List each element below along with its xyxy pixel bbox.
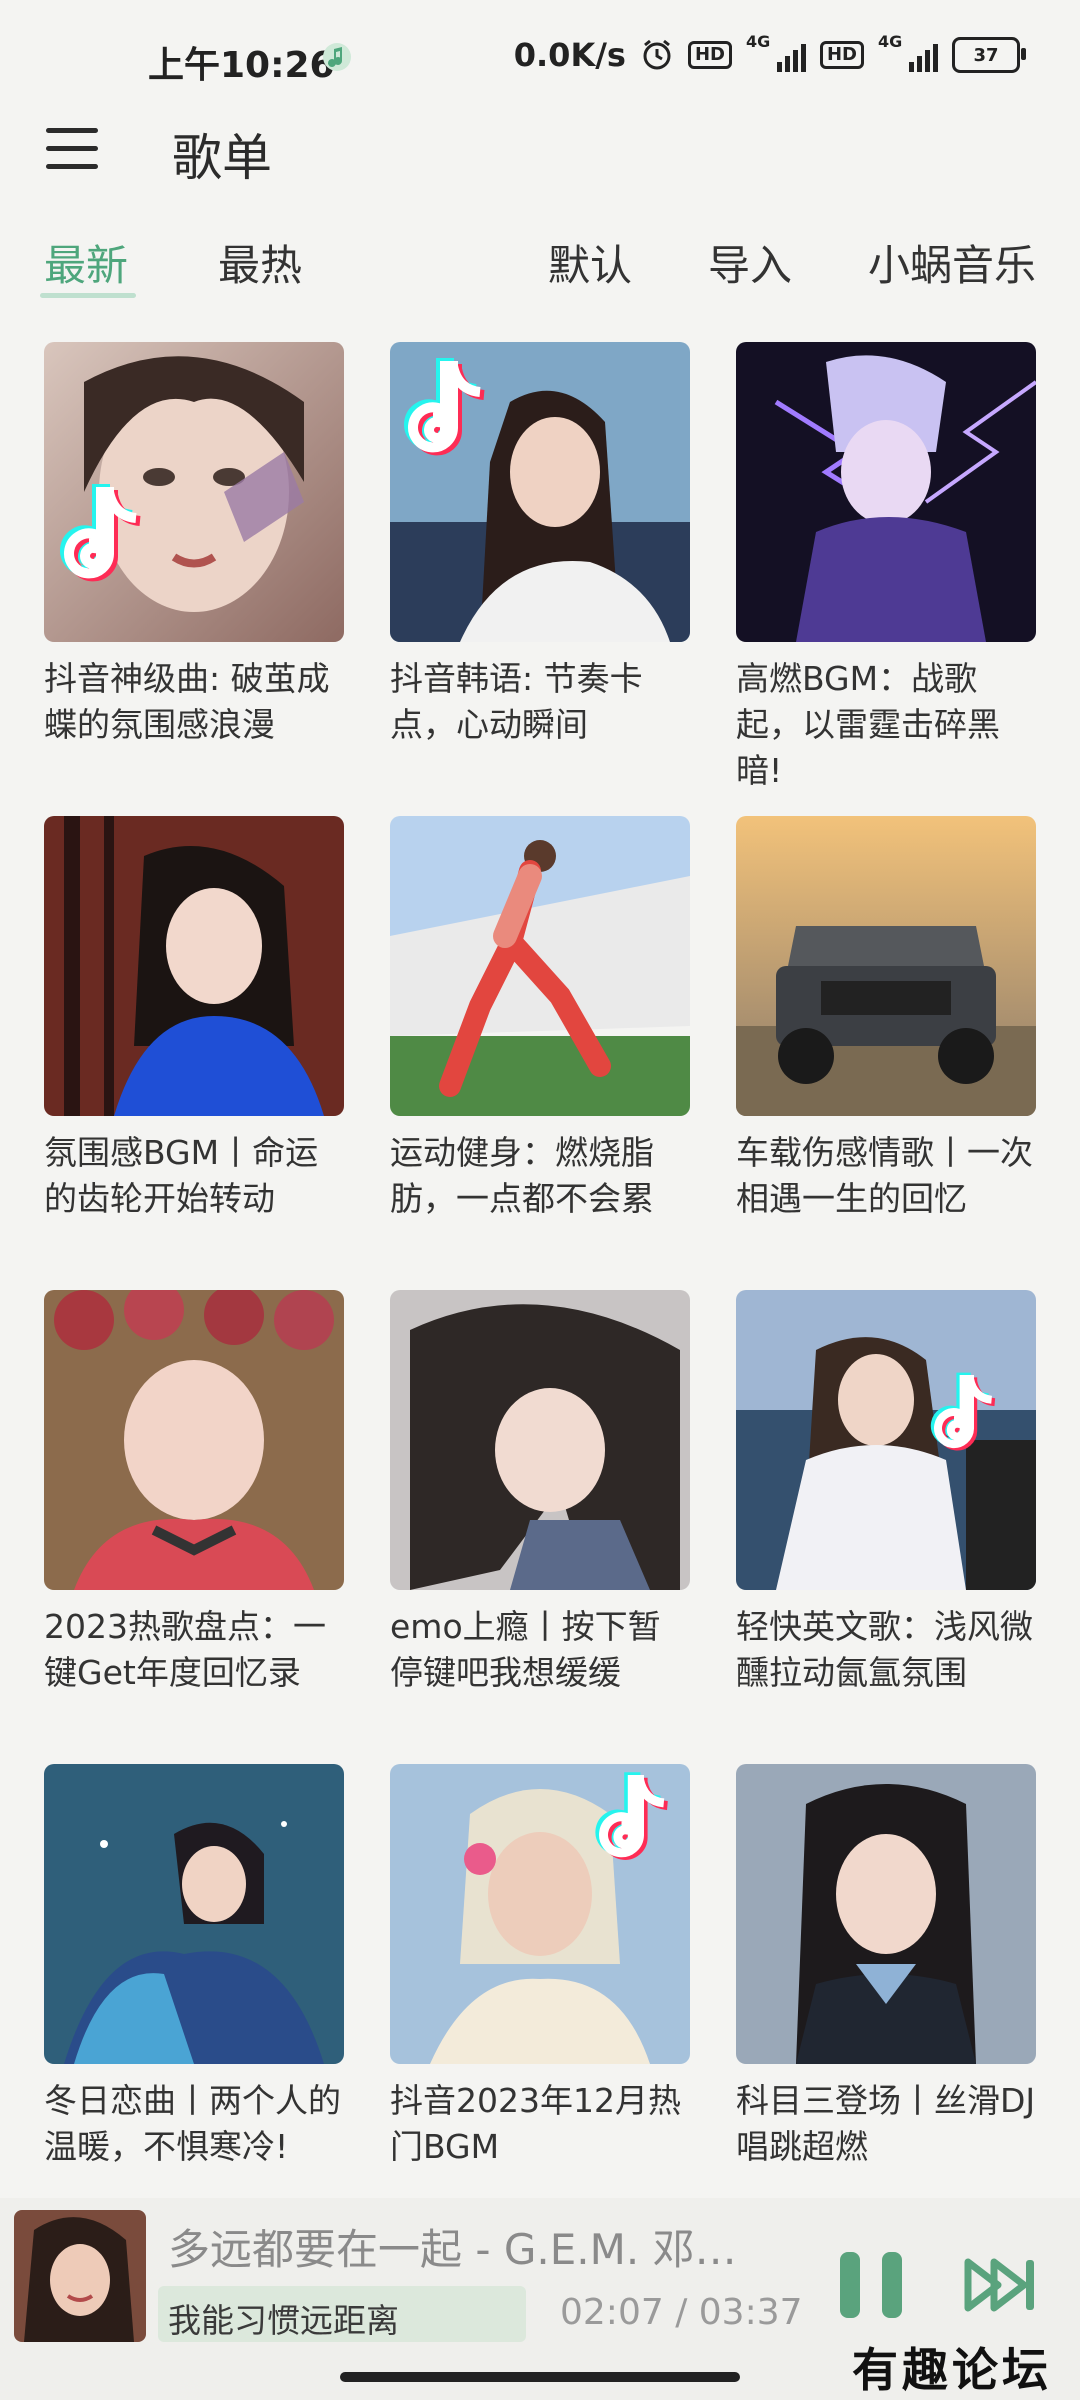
signal-icon-1: 4G xyxy=(746,32,806,72)
playback-time: 02:07 / 03:37 xyxy=(560,2292,803,2333)
playlist-title: 车载伤感情歌丨一次相遇一生的回忆 xyxy=(736,1133,1033,1218)
tab-import[interactable]: 导入 xyxy=(708,232,792,293)
hd-badge-1: HD xyxy=(687,41,732,69)
watermark: 有趣论坛 xyxy=(852,2343,1052,2397)
playlist-title: 抖音韩语: 节奏卡点，心动瞬间 xyxy=(390,659,643,744)
home-indicator[interactable] xyxy=(340,2372,740,2382)
hd-badge-2: HD xyxy=(819,41,864,69)
tab-xiaowo-music[interactable]: 小蜗音乐 xyxy=(868,232,1036,293)
playlist-card[interactable]: 抖音韩语: 节奏卡点，心动瞬间 xyxy=(390,342,690,748)
pause-button[interactable] xyxy=(836,2252,906,2318)
playlist-title: emo上瘾丨按下暂停键吧我想缓缓 xyxy=(390,1607,661,1692)
alarm-icon xyxy=(643,39,671,70)
tab-latest[interactable]: 最新 xyxy=(44,232,128,293)
now-playing-cover[interactable] xyxy=(14,2210,146,2342)
playlist-cover xyxy=(736,1290,1036,1590)
lyric-line: 我能习惯远距离 xyxy=(168,2301,399,2340)
tiktok-icon xyxy=(930,1372,996,1451)
playlist-cover xyxy=(44,1290,344,1590)
playlist-title: 运动健身：燃烧脂肪，一点都不会累 xyxy=(390,1133,654,1218)
playlist-cover xyxy=(44,816,344,1116)
playlist-cover xyxy=(390,816,690,1116)
tab-active-indicator xyxy=(40,293,136,298)
status-right: 0.0K/s HD 4G HD 4G 37 xyxy=(513,32,1026,74)
playlist-cover xyxy=(736,342,1036,642)
net-speed: 0.0K/s xyxy=(513,36,626,74)
playlist-cover xyxy=(44,1764,344,2064)
playlist-card[interactable]: 抖音神级曲: 破茧成蝶的氛围感浪漫 xyxy=(44,342,344,748)
playlist-card[interactable]: 运动健身：燃烧脂肪，一点都不会累 xyxy=(390,816,690,1222)
playlist-title: 高燃BGM：战歌起，以雷霆击碎黑暗! xyxy=(736,659,1000,790)
playlist-cover xyxy=(390,1290,690,1590)
signal-icon-2: 4G xyxy=(878,32,938,72)
playlist-card[interactable]: 氛围感BGM丨命运的齿轮开始转动 xyxy=(44,816,344,1222)
playlist-title: 抖音神级曲: 破茧成蝶的氛围感浪漫 xyxy=(44,659,330,744)
playlist-card[interactable]: 车载伤感情歌丨一次相遇一生的回忆 xyxy=(736,816,1036,1222)
playlist-title: 轻快英文歌：浅风微醺拉动氤氲氛围 xyxy=(736,1607,1033,1692)
tiktok-icon xyxy=(404,358,485,456)
playlist-title: 抖音2023年12月热门BGM xyxy=(390,2081,681,2166)
playlist-cover xyxy=(390,1764,690,2064)
status-bar: 上午10:26 0.0K/s HD 4G HD 4G 37 xyxy=(0,0,1080,120)
playlist-card[interactable]: 高燃BGM：战歌起，以雷霆击碎黑暗! xyxy=(736,342,1036,794)
now-playing-title[interactable]: 多远都要在一起 - G.E.M. 邓… xyxy=(168,2216,758,2277)
playlist-card[interactable]: 科目三登场丨丝滑DJ唱跳超燃 xyxy=(736,1764,1036,2170)
tiktok-icon xyxy=(595,1772,669,1860)
playlist-title: 2023热歌盘点：一键Get年度回忆录 xyxy=(44,1607,326,1692)
network-type-1: 4G xyxy=(745,32,771,51)
next-track-icon[interactable] xyxy=(964,2256,1038,2314)
playlist-title: 冬日恋曲丨两个人的温暖，不惧寒冷! xyxy=(44,2081,341,2166)
battery-icon: 37 xyxy=(952,37,1026,73)
music-app-icon xyxy=(323,43,351,71)
playlist-card[interactable]: 轻快英文歌：浅风微醺拉动氤氲氛围 xyxy=(736,1290,1036,1696)
lyric-bar: 我能习惯远距离 xyxy=(158,2286,526,2342)
tiktok-icon xyxy=(60,484,141,582)
playlist-card[interactable]: 抖音2023年12月热门BGM xyxy=(390,1764,690,2170)
playlist-title: 氛围感BGM丨命运的齿轮开始转动 xyxy=(44,1133,319,1218)
tab-hot[interactable]: 最热 xyxy=(218,232,302,293)
playlist-card[interactable]: 2023热歌盘点：一键Get年度回忆录 xyxy=(44,1290,344,1696)
playlist-card[interactable]: emo上瘾丨按下暂停键吧我想缓缓 xyxy=(390,1290,690,1696)
battery-level: 37 xyxy=(973,44,999,66)
playlist-cover xyxy=(736,816,1036,1116)
network-type-2: 4G xyxy=(878,32,903,51)
menu-icon[interactable] xyxy=(46,128,98,170)
status-time: 上午10:26 xyxy=(148,45,335,86)
playlist-cover xyxy=(736,1764,1036,2064)
playlist-title: 科目三登场丨丝滑DJ唱跳超燃 xyxy=(736,2081,1036,2166)
playlist-cover xyxy=(44,342,344,642)
playlist-cover xyxy=(390,342,690,642)
page-title: 歌单 xyxy=(172,129,272,187)
tab-default[interactable]: 默认 xyxy=(548,232,632,293)
playlist-card[interactable]: 冬日恋曲丨两个人的温暖，不惧寒冷! xyxy=(44,1764,344,2170)
